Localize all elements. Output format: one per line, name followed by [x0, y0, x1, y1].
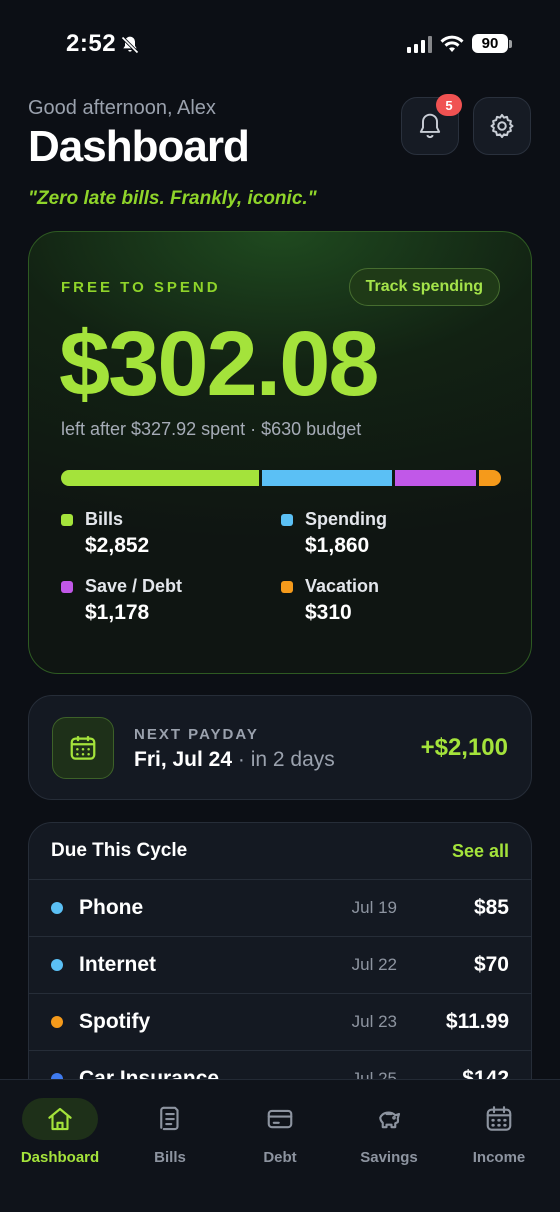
next-payday-card[interactable]: NEXT PAYDAY Fri, Jul 24 · in 2 days +$2,…: [28, 695, 532, 800]
bell-icon: [419, 113, 441, 139]
bill-list: Phone Jul 19 $85 Internet Jul 22 $70 Spotify Ju…: [29, 880, 531, 1108]
budget-breakdown-bar: [61, 470, 501, 486]
gear-icon: [490, 113, 514, 139]
tab-savings[interactable]: Savings: [334, 1098, 444, 1166]
bill-name: Phone: [79, 896, 144, 919]
bill-row[interactable]: Phone Jul 19 $85: [29, 880, 531, 937]
bill-due-date: Jul 23: [351, 1012, 397, 1031]
legend-color-dot: [61, 581, 73, 593]
next-payday-label: NEXT PAYDAY: [134, 726, 259, 743]
battery-indicator: 90: [472, 34, 512, 53]
battery-level: 90: [472, 34, 508, 53]
bill-row[interactable]: Internet Jul 22 $70: [29, 937, 531, 994]
calendar-icon: [70, 736, 96, 760]
calendar-icon: [486, 1106, 512, 1131]
credit-card-icon: [267, 1109, 293, 1129]
tab-label: Income: [472, 1149, 526, 1166]
home-icon: [48, 1107, 72, 1131]
legend-item: Vacation $310: [281, 576, 501, 625]
legend-name: Bills: [85, 509, 124, 529]
tab-dashboard[interactable]: Dashboard: [5, 1098, 115, 1166]
bill-amount: $11.99: [445, 1010, 509, 1033]
cellular-signal-icon: [407, 35, 432, 53]
see-all-link[interactable]: See all: [452, 841, 509, 862]
free-to-spend-amount: $302.08: [59, 313, 380, 415]
tab-label: Debt: [263, 1149, 297, 1166]
next-payday-amount: +$2,100: [420, 734, 508, 761]
legend-item: Save / Debt $1,178: [61, 576, 281, 625]
free-to-spend-card: FREE TO SPEND Track spending $302.08 lef…: [28, 231, 532, 674]
bill-due-date: Jul 22: [351, 955, 397, 974]
bill-name: Internet: [79, 953, 157, 976]
bill-category-dot: [51, 1016, 63, 1028]
settings-button[interactable]: [473, 97, 531, 155]
due-this-cycle-title: Due This Cycle: [51, 840, 188, 861]
bill-category-dot: [51, 902, 63, 914]
bill-amount: $70: [473, 953, 509, 976]
legend-color-dot: [281, 514, 293, 526]
page-title: Dashboard: [28, 122, 250, 171]
legend-value: $2,852: [85, 534, 150, 557]
legend-name: Spending: [305, 509, 387, 529]
legend-value: $1,178: [85, 601, 150, 624]
legend-value: $310: [305, 601, 352, 624]
bell-muted-icon: [121, 36, 139, 54]
piggy-bank-icon: [379, 1111, 401, 1129]
progress-segment-spending: [262, 470, 392, 486]
tab-label: Bills: [154, 1149, 186, 1166]
legend-item: Bills $2,852: [61, 509, 281, 558]
tab-debt[interactable]: Debt: [225, 1098, 335, 1166]
tab-label: Dashboard: [20, 1149, 100, 1166]
bottom-tab-bar: Dashboard Bills Debt Savings Income: [0, 1079, 560, 1212]
budget-summary: left after $327.92 spent · $630 budget: [61, 419, 362, 439]
legend-color-dot: [281, 581, 293, 593]
legend-value: $1,860: [305, 534, 370, 557]
progress-segment-save-debt: [394, 470, 477, 486]
progress-segment-vacation: [479, 470, 501, 486]
wifi-icon: [440, 35, 464, 52]
tab-label: Savings: [360, 1149, 418, 1166]
next-payday-date: Fri, Jul 24 · in 2 days: [134, 748, 335, 771]
notifications-button[interactable]: 5: [401, 94, 462, 155]
budget-legend: Bills $2,852 Spending $1,860 Save / Debt $1,1…: [61, 509, 501, 625]
tab-bills[interactable]: Bills: [115, 1098, 225, 1166]
legend-item: Spending $1,860: [281, 509, 501, 558]
status-time: 2:52: [66, 30, 117, 57]
notification-badge: 5: [436, 94, 462, 116]
progress-segment-bills: [61, 470, 260, 486]
bill-name: Spotify: [79, 1010, 151, 1033]
legend-name: Vacation: [305, 576, 380, 596]
bill-category-dot: [51, 959, 63, 971]
free-to-spend-label: FREE TO SPEND: [61, 279, 221, 296]
legend-name: Save / Debt: [85, 576, 183, 596]
track-spending-button[interactable]: Track spending: [348, 268, 500, 306]
legend-color-dot: [61, 514, 73, 526]
due-this-cycle-card: Due This Cycle See all Phone Jul 19 $85 Int…: [28, 822, 532, 1112]
status-bar: 2:52 90: [0, 0, 560, 90]
bill-row[interactable]: Spotify Jul 23 $11.99: [29, 994, 531, 1051]
tagline: "Zero late bills. Frankly, iconic.": [28, 188, 317, 209]
bill-due-date: Jul 19: [351, 898, 397, 917]
tab-income[interactable]: Income: [444, 1098, 554, 1166]
greeting-text: Good afternoon, Alex: [28, 97, 216, 119]
receipt-icon: [160, 1106, 179, 1131]
bill-amount: $85: [473, 896, 509, 919]
